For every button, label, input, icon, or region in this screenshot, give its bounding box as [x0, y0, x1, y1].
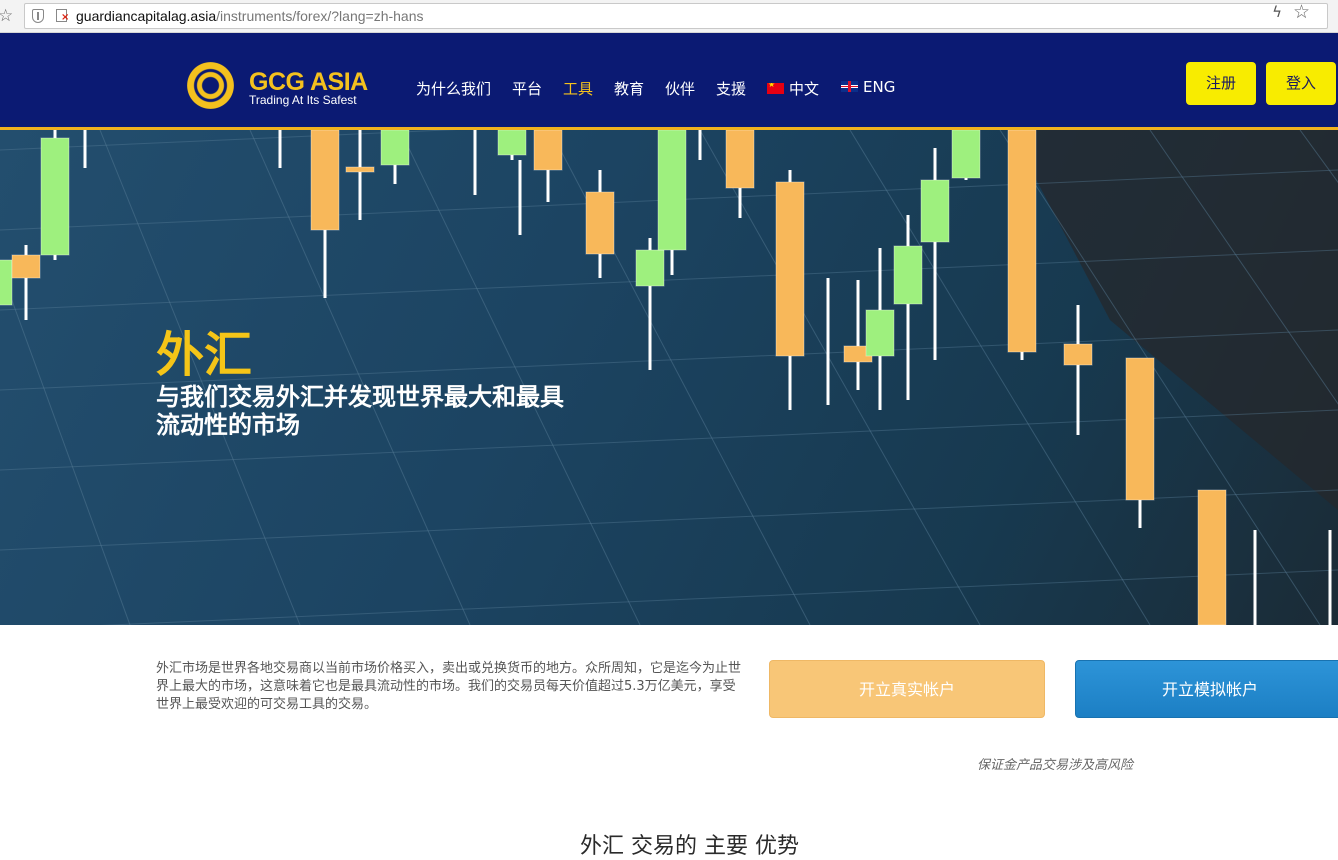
login-button[interactable]: 登入	[1266, 62, 1336, 105]
lang-english-label: ENG	[863, 78, 896, 96]
candle-body	[380, 130, 410, 166]
hero-banner: 外汇 与我们交易外汇并发现世界最大和最具流动性的市场	[0, 130, 1338, 625]
section-heading-partial: 外汇 交易的 主要 优势	[580, 834, 799, 859]
nav-partners[interactable]: 伙伴	[665, 78, 695, 99]
candle-body	[585, 191, 615, 255]
candle-body	[1063, 343, 1093, 366]
open-real-account-button[interactable]: 开立真实帐户	[769, 660, 1045, 718]
candle-body	[0, 259, 13, 306]
logo-icon[interactable]	[187, 62, 234, 109]
nav-support[interactable]: 支援	[716, 78, 746, 99]
browser-toolbar: ☆ guardiancapitalag.asia/instruments/for…	[0, 0, 1338, 33]
page-security-icon	[56, 9, 69, 23]
candle-body	[1007, 130, 1037, 353]
candle-body	[920, 179, 950, 243]
nav-instruments[interactable]: 工具	[563, 78, 593, 99]
logo-tagline: Trading At Its Safest	[249, 93, 357, 107]
register-button[interactable]: 注册	[1186, 62, 1256, 105]
nav-why-us[interactable]: 为什么我们	[416, 78, 491, 99]
uk-flag-icon	[841, 81, 858, 92]
risk-warning: 保证金产品交易涉及高风险	[977, 758, 1134, 773]
lang-chinese-label: 中文	[789, 80, 820, 98]
candle-body	[40, 137, 70, 256]
candle-body	[657, 130, 687, 251]
candle-body	[725, 130, 755, 189]
candle-body	[1125, 357, 1155, 501]
nav-lang-chinese[interactable]: 中文	[767, 78, 819, 99]
candle-body	[865, 309, 895, 357]
address-bar[interactable]: guardiancapitalag.asia/instruments/forex…	[24, 3, 1328, 29]
open-demo-account-button[interactable]: 开立模拟帐户	[1075, 660, 1338, 718]
url-text[interactable]: guardiancapitalag.asia/instruments/forex…	[76, 8, 424, 24]
hero-subtitle: 与我们交易外汇并发现世界最大和最具流动性的市场	[156, 383, 564, 439]
candle-body	[635, 249, 665, 287]
nav-lang-english[interactable]: ENG	[841, 78, 895, 96]
china-flag-icon	[767, 83, 784, 94]
candle-body	[893, 245, 923, 305]
candle-body	[497, 130, 527, 156]
candle-body	[1197, 489, 1227, 625]
favorite-star-icon[interactable]: ☆	[1293, 1, 1310, 23]
lightning-icon[interactable]: ϟ	[1272, 3, 1282, 21]
candle-body	[951, 130, 981, 179]
shield-icon	[32, 9, 44, 23]
nav-education[interactable]: 教育	[614, 78, 644, 99]
forex-description: 外汇市场是世界各地交易商以当前市场价格买入，卖出或兑换货币的地方。众所周知，它是…	[156, 661, 742, 712]
candle-body	[533, 130, 563, 171]
site-header: GCG ASIA Trading At Its Safest 为什么我们 平台 …	[0, 33, 1338, 130]
candle-body	[345, 166, 375, 173]
grid-line	[100, 569, 1338, 625]
hero-shade	[1010, 130, 1338, 510]
candle-body	[775, 181, 805, 357]
nav-platform[interactable]: 平台	[512, 78, 542, 99]
hero-title: 外汇	[156, 327, 253, 383]
candle-body	[11, 254, 41, 279]
candle-body	[310, 130, 340, 231]
bookmark-star-icon[interactable]: ☆	[0, 6, 13, 26]
